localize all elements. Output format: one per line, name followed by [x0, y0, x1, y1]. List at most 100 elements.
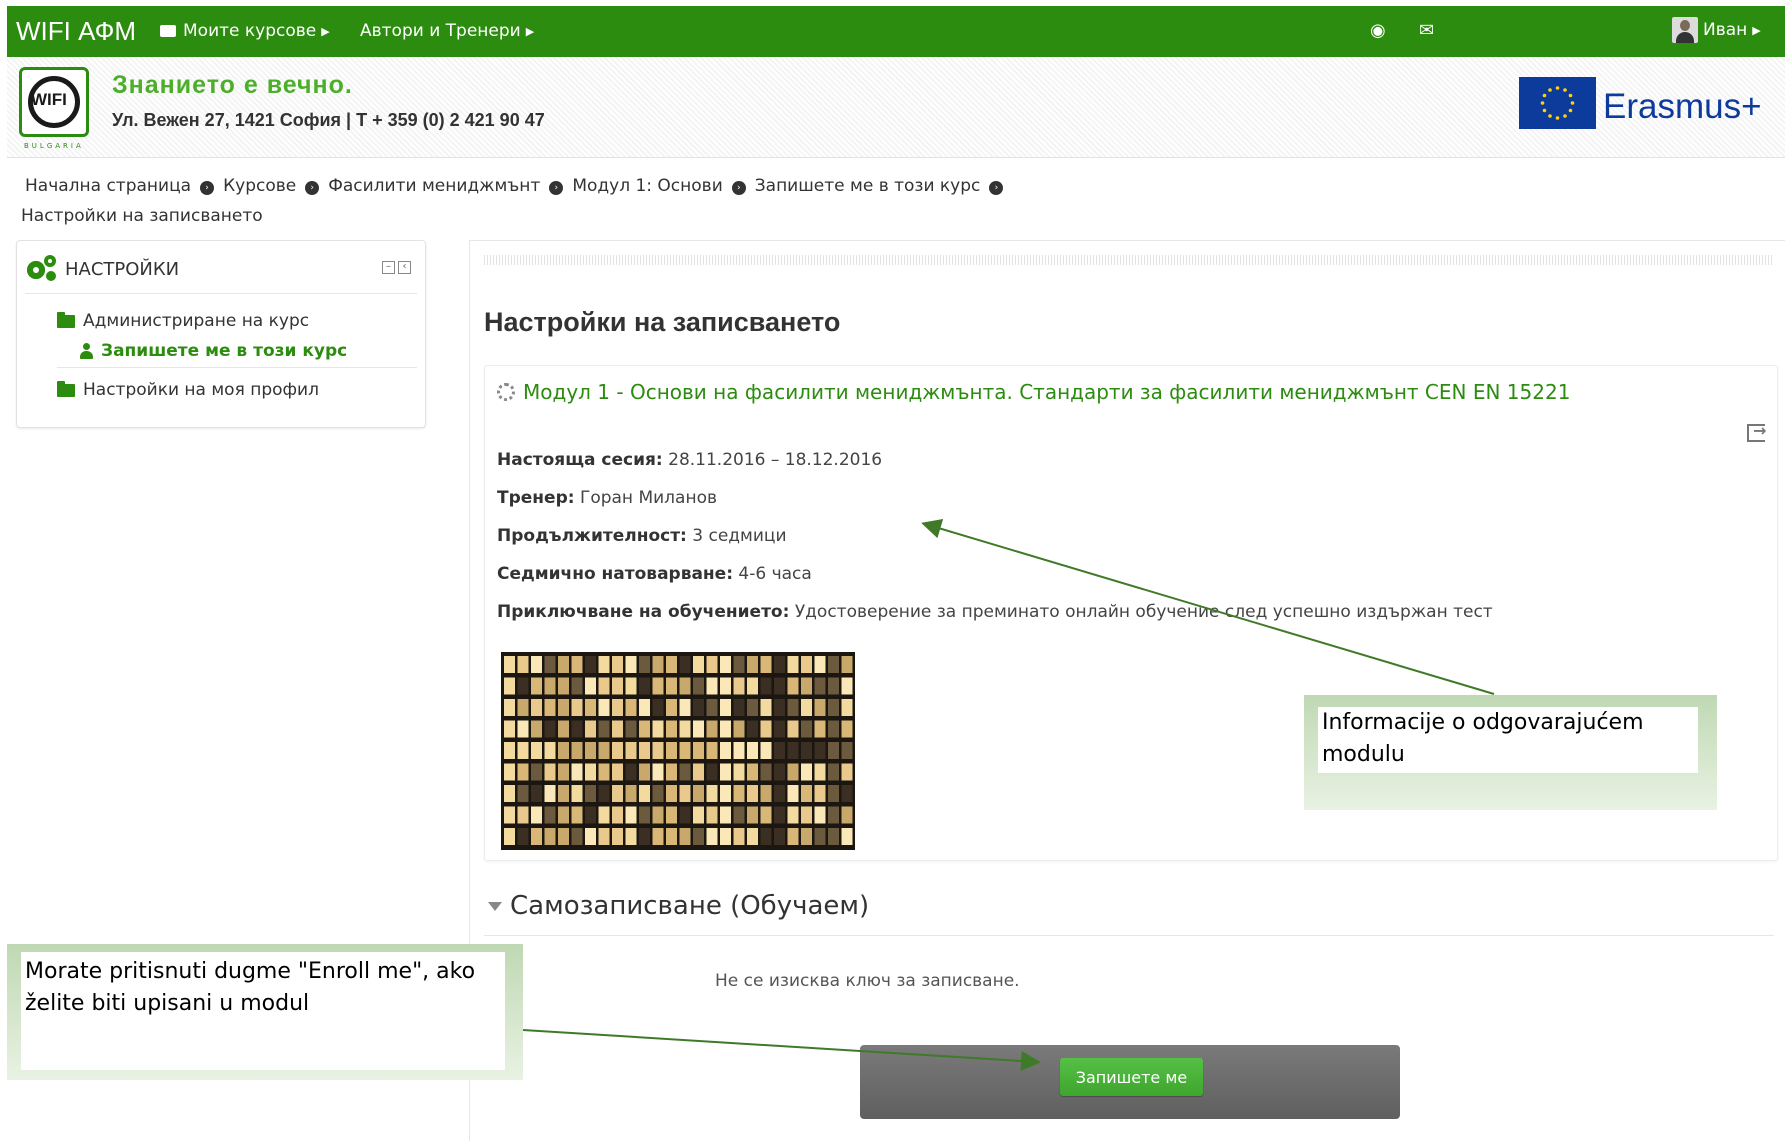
window-pane: [544, 785, 556, 802]
window-pane: [760, 785, 772, 802]
window-pane: [531, 720, 542, 738]
window-pane: [571, 763, 583, 781]
caret-right-icon: ▶: [1752, 23, 1761, 37]
briefcase-icon: [160, 25, 176, 37]
window-pane: [747, 656, 758, 673]
divider: [57, 367, 417, 368]
window-pane: [841, 763, 853, 781]
window-pane: [706, 806, 718, 824]
window-pane: [747, 763, 758, 781]
settings-item-course-admin[interactable]: Администриране на курс: [57, 311, 309, 331]
site-tagline: Знанието е вечно.: [112, 71, 353, 99]
window-pane: [774, 763, 785, 781]
window-pane: [504, 806, 515, 824]
breadcrumb-course[interactable]: Модул 1: Основи: [572, 176, 722, 196]
window-pane: [544, 806, 556, 824]
decorative-strip: [484, 255, 1774, 265]
window-pane: [679, 828, 691, 845]
window-pane: [517, 828, 529, 845]
window-pane: [760, 656, 772, 673]
window-pane: [733, 677, 745, 695]
window-pane: [558, 720, 569, 738]
site-brand[interactable]: WIFI АФМ: [16, 16, 136, 47]
window-pane: [706, 742, 718, 759]
notification-icon[interactable]: ◉: [1370, 20, 1386, 41]
nav-authors-trainers[interactable]: Автори и Тренери ▶: [360, 21, 534, 41]
window-pane: [693, 677, 704, 695]
window-pane: [531, 763, 542, 781]
info-value: Удостоверение за преминато онлайн обучен…: [794, 602, 1493, 622]
window-pane: [801, 785, 812, 802]
settings-item-enrol-me[interactable]: Запишете ме в този курс: [79, 341, 347, 361]
caret-right-icon: ▶: [321, 24, 330, 38]
window-pane: [679, 699, 691, 716]
eu-flag-icon: [1519, 77, 1596, 129]
window-pane: [828, 785, 839, 802]
window-pane: [801, 742, 812, 759]
window-pane: [544, 828, 556, 845]
window-pane: [517, 720, 529, 738]
info-value: Горан Миланов: [579, 488, 717, 508]
breadcrumb-category[interactable]: Фасилити мениджмънт: [328, 176, 540, 196]
window-pane: [625, 763, 637, 781]
window-pane: [774, 806, 785, 824]
window-pane: [531, 656, 542, 673]
window-pane: [625, 785, 637, 802]
site-header: WIFI BULGARIA Знанието е вечно. Ул. Веже…: [7, 57, 1785, 158]
window-pane: [612, 742, 623, 759]
info-label: Продължителност:: [497, 526, 687, 546]
window-pane: [693, 742, 704, 759]
info-weekly-load: Седмично натоварване: 4-6 часа: [497, 564, 812, 584]
window-pane: [706, 828, 718, 845]
self-enrol-section-toggle[interactable]: Самозаписване (Обучаем): [488, 891, 869, 921]
window-pane: [517, 742, 529, 759]
wifi-logo[interactable]: WIFI BULGARIA: [19, 67, 89, 150]
logo-text: WIFI: [31, 90, 67, 109]
nav-my-courses[interactable]: Моите курсове ▶: [160, 21, 330, 41]
user-name: Иван: [1703, 20, 1748, 40]
window-pane: [787, 720, 799, 738]
breadcrumb-home[interactable]: Начална страница: [25, 176, 191, 196]
window-pane: [733, 720, 745, 738]
window-pane: [517, 763, 529, 781]
window-pane: [760, 828, 772, 845]
breadcrumb-enrol-me[interactable]: Запишете ме в този курс: [755, 176, 981, 196]
window-pane: [747, 742, 758, 759]
breadcrumb-separator-icon: ›: [549, 181, 564, 195]
dock-block-icon[interactable]: ‹: [398, 261, 411, 274]
user-menu[interactable]: Иван ▶: [1672, 17, 1761, 43]
window-pane: [531, 806, 542, 824]
window-pane: [747, 677, 758, 695]
window-pane: [666, 806, 677, 824]
window-pane: [558, 828, 569, 845]
window-pane: [706, 677, 718, 695]
settings-block: НАСТРОЙКИ – ‹ Администриране на курс Зап…: [16, 240, 426, 428]
window-pane: [814, 763, 826, 781]
settings-block-header: НАСТРОЙКИ: [25, 255, 179, 283]
window-pane: [693, 785, 704, 802]
window-pane: [544, 656, 556, 673]
window-pane: [774, 720, 785, 738]
breadcrumb-courses[interactable]: Курсове: [223, 176, 296, 196]
window-pane: [828, 677, 839, 695]
enrol-signin-icon[interactable]: [1747, 421, 1766, 442]
message-icon[interactable]: ✉: [1419, 20, 1434, 41]
window-pane: [558, 656, 569, 673]
window-pane: [706, 720, 718, 738]
window-pane: [679, 742, 691, 759]
breadcrumb-separator-icon: ›: [989, 181, 1004, 195]
settings-item-my-profile[interactable]: Настройки на моя профил: [57, 380, 319, 400]
window-pane: [585, 785, 596, 802]
window-pane: [747, 806, 758, 824]
enroll-me-button[interactable]: Запишете ме: [1060, 1058, 1203, 1096]
course-title-link[interactable]: Модул 1 - Основи на фасилити мениджмънта…: [497, 380, 1570, 404]
window-pane: [558, 806, 569, 824]
window-pane: [774, 828, 785, 845]
collapse-block-icon[interactable]: –: [382, 261, 395, 274]
window-pane: [585, 677, 596, 695]
window-pane: [666, 828, 677, 845]
window-pane: [544, 699, 556, 716]
self-enrol-title: Самозаписване (Обучаем): [510, 891, 870, 921]
window-pane: [801, 763, 812, 781]
window-pane: [504, 677, 515, 695]
